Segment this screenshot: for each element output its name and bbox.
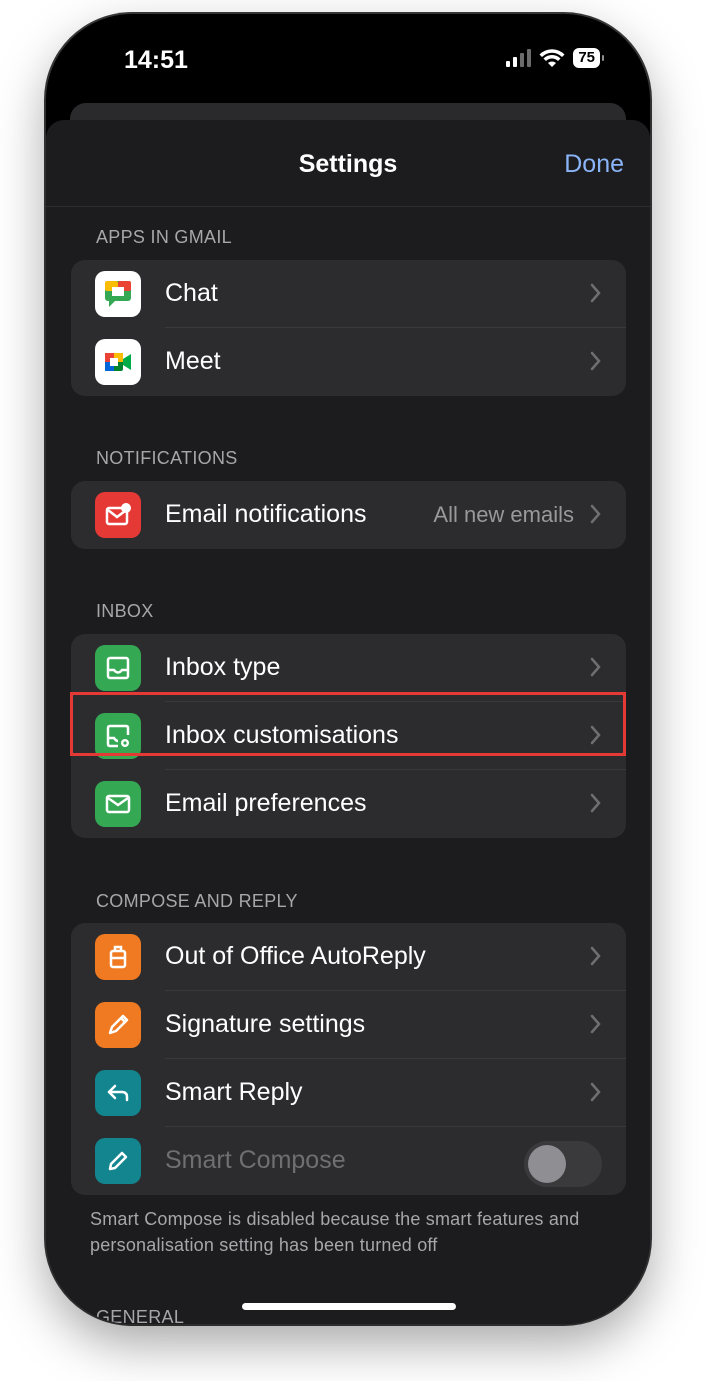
chat-label: Chat bbox=[165, 279, 218, 307]
notifications-group: Email notifications All new emails bbox=[71, 481, 626, 549]
smart-compose-label: Smart Compose bbox=[165, 1146, 346, 1174]
chevron-right-icon bbox=[590, 351, 601, 371]
section-header-notifications: NOTIFICATIONS bbox=[96, 448, 238, 468]
email-notifications-row[interactable]: Email notifications All new emails bbox=[71, 481, 626, 549]
section-header-compose: COMPOSE AND REPLY bbox=[96, 891, 298, 911]
email-preferences-row[interactable]: Email preferences bbox=[71, 770, 626, 838]
google-meet-icon bbox=[95, 339, 141, 385]
google-chat-icon bbox=[95, 271, 141, 317]
smart-compose-footnote: Smart Compose is disabled because the sm… bbox=[90, 1209, 580, 1255]
out-of-office-label: Out of Office AutoReply bbox=[165, 942, 426, 970]
out-of-office-row[interactable]: Out of Office AutoReply bbox=[71, 923, 626, 991]
smart-compose-row: Smart Compose bbox=[71, 1127, 626, 1195]
chevron-right-icon bbox=[590, 1082, 601, 1102]
chat-row[interactable]: Chat bbox=[71, 260, 626, 328]
suitcase-icon bbox=[95, 934, 141, 980]
highlight-box bbox=[70, 692, 626, 756]
smart-reply-row[interactable]: Smart Reply bbox=[71, 1059, 626, 1127]
signature-settings-label: Signature settings bbox=[165, 1010, 366, 1038]
inbox-tray-icon bbox=[95, 645, 141, 691]
chevron-right-icon bbox=[590, 1014, 601, 1034]
chevron-right-icon bbox=[590, 946, 601, 966]
inbox-type-label: Inbox type bbox=[165, 653, 281, 681]
envelope-icon bbox=[95, 781, 141, 827]
settings-sheet: Settings Done APPS IN GMAIL Chat Meet NO… bbox=[46, 120, 650, 1324]
phone-frame: 14:51 75 Settings Done APPS IN GMAIL Cha… bbox=[46, 14, 650, 1324]
status-time: 14:51 bbox=[124, 46, 188, 74]
section-header-apps: APPS IN GMAIL bbox=[96, 227, 232, 247]
compose-group: Out of Office AutoReply Signature settin… bbox=[71, 923, 626, 1195]
done-button[interactable]: Done bbox=[564, 150, 624, 179]
section-header-inbox: INBOX bbox=[96, 601, 154, 621]
smart-reply-label: Smart Reply bbox=[165, 1078, 303, 1106]
apps-group: Chat Meet bbox=[71, 260, 626, 396]
reply-arrow-icon bbox=[95, 1070, 141, 1116]
battery-indicator: 75 bbox=[573, 48, 604, 68]
email-preferences-label: Email preferences bbox=[165, 789, 367, 817]
pencil-icon bbox=[95, 1138, 141, 1184]
meet-row[interactable]: Meet bbox=[71, 328, 626, 396]
email-notifications-value: All new emails bbox=[433, 502, 574, 527]
mail-notification-icon bbox=[95, 492, 141, 538]
chevron-right-icon bbox=[590, 504, 601, 524]
pen-icon bbox=[95, 1002, 141, 1048]
section-header-general: GENERAL bbox=[96, 1307, 185, 1324]
navigation-bar: Settings Done bbox=[46, 120, 650, 207]
chevron-right-icon bbox=[590, 283, 601, 303]
wifi-icon bbox=[539, 49, 565, 67]
chevron-right-icon bbox=[590, 657, 601, 677]
meet-label: Meet bbox=[165, 347, 221, 375]
email-notifications-label: Email notifications bbox=[165, 500, 367, 528]
page-title: Settings bbox=[298, 150, 398, 178]
smart-compose-toggle[interactable] bbox=[524, 1141, 602, 1187]
toggle-knob bbox=[528, 1145, 566, 1183]
status-icons: 75 bbox=[506, 48, 604, 68]
signature-settings-row[interactable]: Signature settings bbox=[71, 991, 626, 1059]
cellular-signal-icon bbox=[506, 49, 532, 67]
chevron-right-icon bbox=[590, 793, 601, 813]
home-indicator[interactable] bbox=[242, 1303, 456, 1310]
